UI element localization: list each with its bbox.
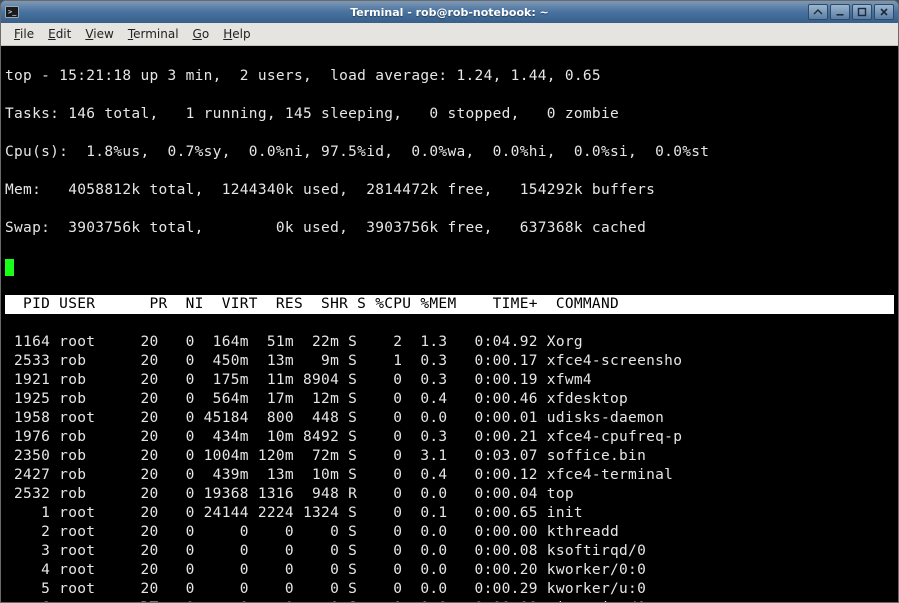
rollup-button[interactable]	[808, 4, 828, 20]
process-row: 2532 rob 20 0 19368 1316 948 R 0 0.0 0:0…	[5, 485, 894, 504]
process-row: 1164 root 20 0 164m 51m 22m S 2 1.3 0:04…	[5, 333, 894, 352]
menu-edit[interactable]: Edit	[41, 25, 78, 43]
menu-file[interactable]: File	[7, 25, 41, 43]
terminal-window: >_ Terminal - rob@rob-notebook: ~ File E…	[0, 0, 899, 603]
summary-line: Swap: 3903756k total, 0k used, 3903756k …	[5, 219, 894, 238]
terminal-output[interactable]: top - 15:21:18 up 3 min, 2 users, load a…	[1, 46, 898, 602]
process-row: 1921 rob 20 0 175m 11m 8904 S 0 0.3 0:00…	[5, 371, 894, 390]
cursor-icon	[5, 259, 14, 276]
menu-view[interactable]: View	[78, 25, 120, 43]
process-row: 2350 rob 20 0 1004m 120m 72m S 0 3.1 0:0…	[5, 447, 894, 466]
process-row: 2427 rob 20 0 439m 13m 10m S 0 0.4 0:00.…	[5, 466, 894, 485]
close-button[interactable]	[874, 4, 894, 20]
process-row: 1958 root 20 0 45184 800 448 S 0 0.0 0:0…	[5, 409, 894, 428]
window-buttons	[806, 4, 894, 20]
minimize-button[interactable]	[830, 4, 850, 20]
summary-line: Cpu(s): 1.8%us, 0.7%sy, 0.0%ni, 97.5%id,…	[5, 143, 894, 162]
summary-line: top - 15:21:18 up 3 min, 2 users, load a…	[5, 67, 894, 86]
terminal-app-icon: >_	[5, 5, 19, 19]
menubar: File Edit View Terminal Go Help	[1, 23, 898, 46]
menu-go[interactable]: Go	[186, 25, 217, 43]
process-row: 1 root 20 0 24144 2224 1324 S 0 0.1 0:00…	[5, 504, 894, 523]
summary-line: Mem: 4058812k total, 1244340k used, 2814…	[5, 181, 894, 200]
titlebar[interactable]: >_ Terminal - rob@rob-notebook: ~	[1, 1, 898, 23]
maximize-button[interactable]	[852, 4, 872, 20]
process-row: 1976 rob 20 0 434m 10m 8492 S 0 0.3 0:00…	[5, 428, 894, 447]
process-row: 5 root 20 0 0 0 0 S 0 0.0 0:00.29 kworke…	[5, 580, 894, 599]
process-header: PID USER PR NI VIRT RES SHR S %CPU %MEM …	[5, 295, 894, 314]
window-title: Terminal - rob@rob-notebook: ~	[1, 6, 898, 19]
process-row: 2 root 20 0 0 0 0 S 0 0.0 0:00.00 kthrea…	[5, 523, 894, 542]
process-row: 6 root RT 0 0 0 0 S 0 0.0 0:00.00 migrat…	[5, 599, 894, 602]
summary-line: Tasks: 146 total, 1 running, 145 sleepin…	[5, 105, 894, 124]
menu-help[interactable]: Help	[216, 25, 257, 43]
process-row: 4 root 20 0 0 0 0 S 0 0.0 0:00.20 kworke…	[5, 561, 894, 580]
process-row: 2533 rob 20 0 450m 13m 9m S 1 0.3 0:00.1…	[5, 352, 894, 371]
process-row: 3 root 20 0 0 0 0 S 0 0.0 0:00.08 ksofti…	[5, 542, 894, 561]
process-row: 1925 rob 20 0 564m 17m 12m S 0 0.4 0:00.…	[5, 390, 894, 409]
process-list: 1164 root 20 0 164m 51m 22m S 2 1.3 0:04…	[5, 333, 894, 602]
svg-text:>_: >_	[8, 8, 17, 16]
menu-terminal[interactable]: Terminal	[121, 25, 186, 43]
cursor-line	[5, 257, 894, 276]
